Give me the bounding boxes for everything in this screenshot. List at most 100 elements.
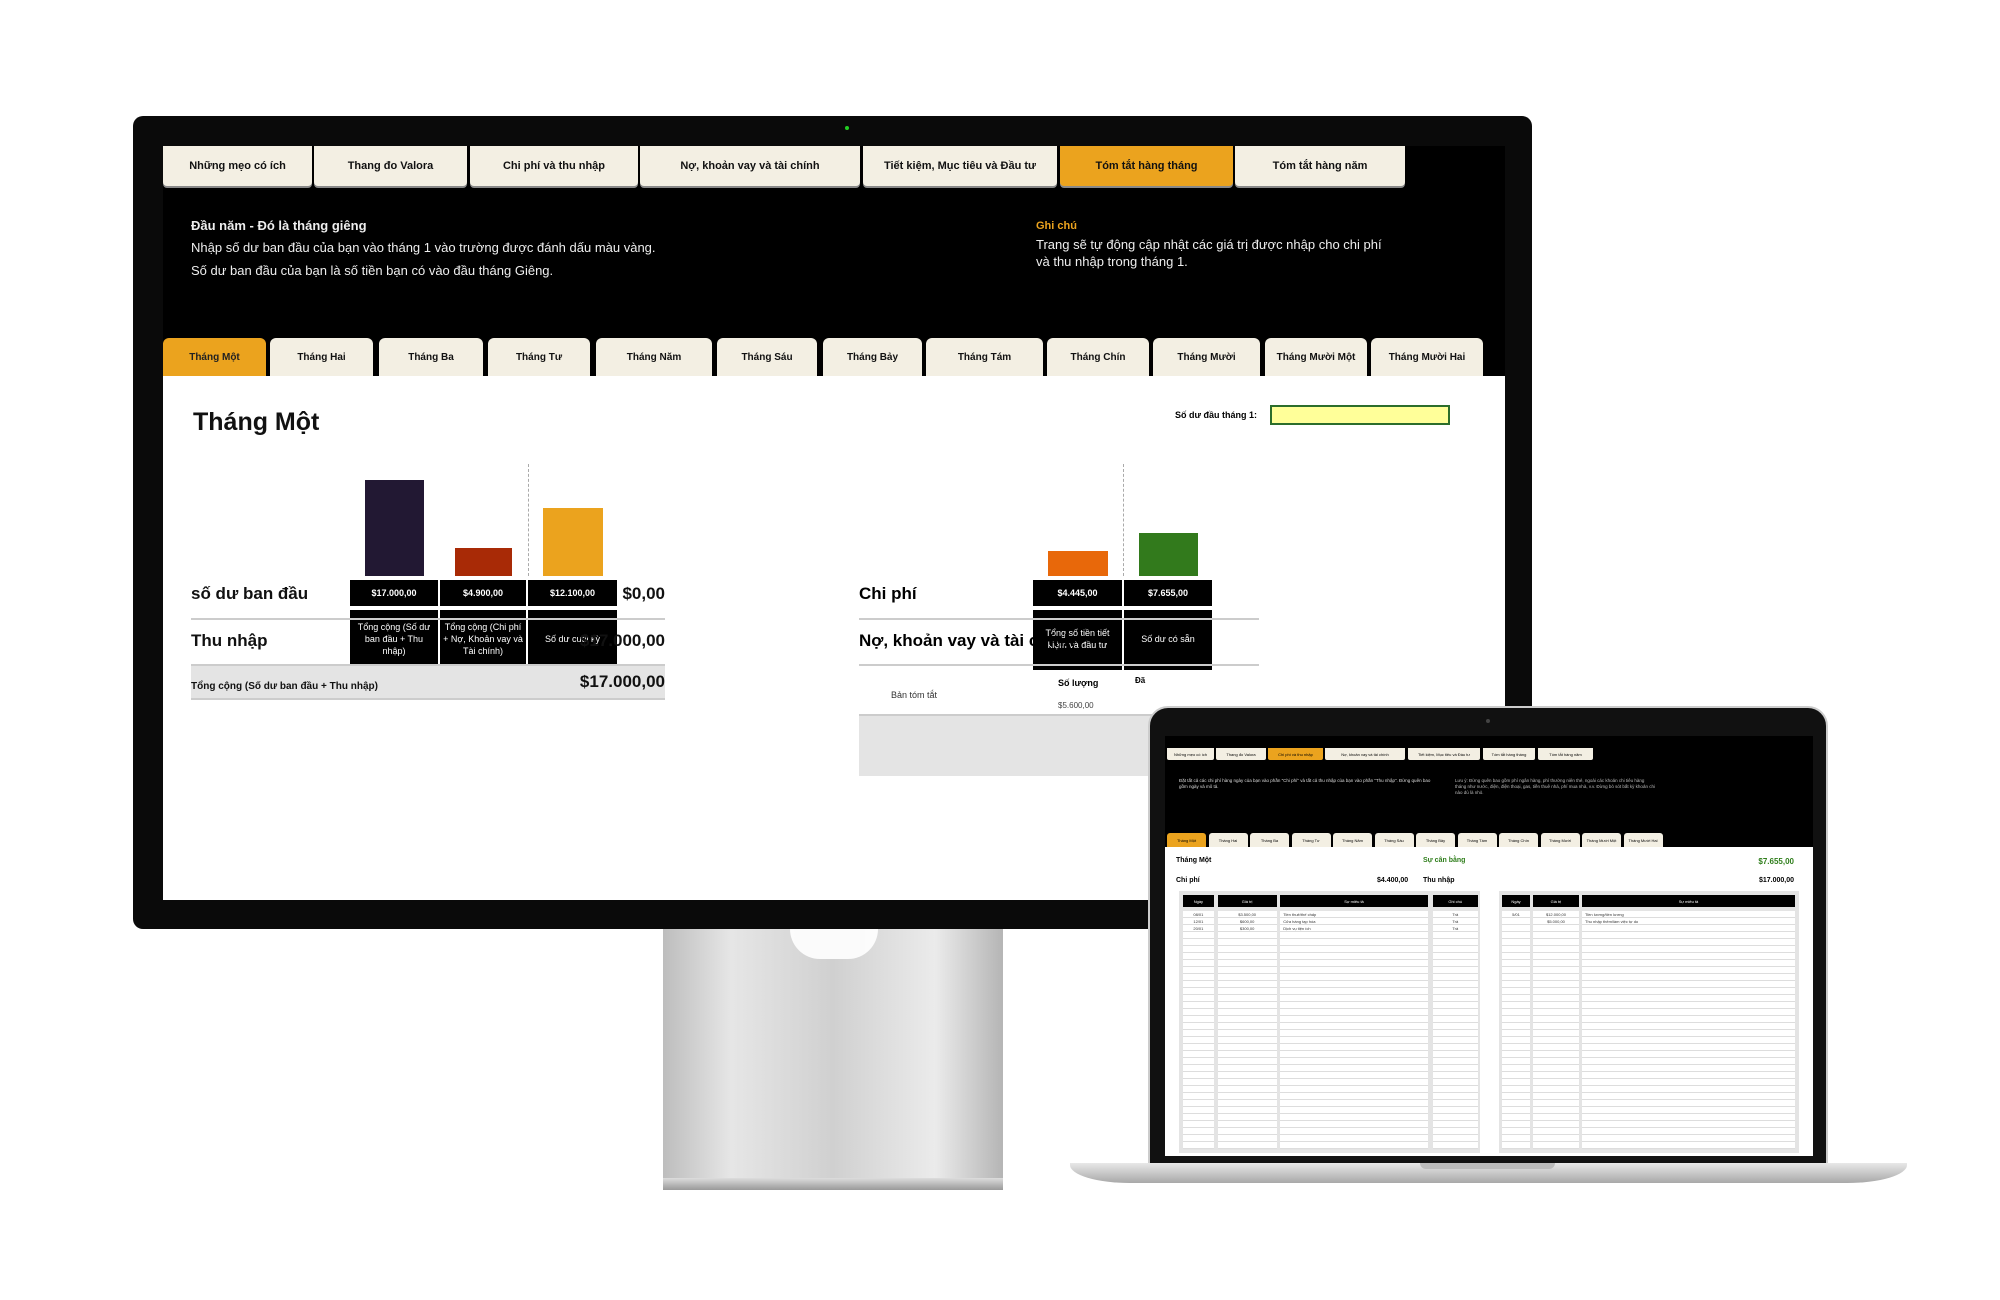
top-tab[interactable]: Thang đo Valora [314,146,467,186]
month-tab[interactable]: Tháng Năm [596,338,712,376]
table-cell[interactable]: 08/01 [1183,912,1214,917]
column-header: Ghi chú [1432,895,1478,907]
opening-balance-row: số dư ban đầu $0,00 [191,584,665,604]
debt-heading: Nợ, khoản vay và tài chính [859,631,1075,650]
table-column [1432,911,1478,1149]
table-cell[interactable]: $12.000,00 [1533,912,1579,917]
month-tab[interactable]: Tháng Hai [1208,833,1248,847]
opening-balance-label: Số dư đầu tháng 1: [1175,410,1258,420]
month-tab[interactable]: Tháng Sáu [717,338,817,376]
chart-divider [528,464,529,576]
laptop: Những mẹo có ích Thang đo Valora Chi phí v… [1148,706,1828,1168]
table-cell[interactable]: $5.000,00 [1533,919,1579,924]
balance-value: $7.655,00 [1758,857,1794,866]
top-tab[interactable]: Những mẹo có ích [163,146,312,186]
table-cell[interactable]: Trả [1433,926,1478,931]
note-text: Trang sẽ tự động cập nhật các giá trị đư… [1036,237,1382,269]
balance-label: Sự cân bằng [1423,857,1466,864]
row-value: $17.000,00 [579,672,665,691]
month-tab[interactable]: Tháng Mười Hai [1623,833,1663,847]
month-tab[interactable]: Tháng Năm [1333,833,1372,847]
month-tab[interactable]: Tháng Tư [488,338,590,376]
camera-icon [1486,719,1490,723]
month-tab[interactable]: Tháng Một [163,338,266,376]
month-tab[interactable]: Tháng Ba [379,338,483,376]
page-title: Tháng Một [193,408,320,436]
table-cell[interactable]: 20/01 [1183,926,1214,931]
table-cell[interactable]: Tiền lương/tiền lương [1585,912,1624,917]
opening-balance-input[interactable] [1270,405,1450,425]
income-row: Thu nhập $17.000,00 [191,631,665,651]
expenses-total: $4.400,00 [1377,877,1409,884]
top-tab[interactable]: Tóm tắt hàng tháng [1060,146,1233,186]
table-cell[interactable]: $3.500,00 [1218,912,1277,917]
month-tab[interactable]: Tháng Mười Một [1265,338,1367,376]
divider [191,618,665,620]
stand-foot [663,1178,1003,1190]
month-tab[interactable]: Tháng Bảy [823,338,922,376]
top-tab[interactable]: Chi phí và thu nhập [470,146,638,186]
divider [859,664,1259,666]
table-column [1217,911,1277,1149]
top-tab[interactable]: Tóm tắt hàng năm [1235,146,1405,186]
chart-bar [365,480,424,576]
income-total: $17.000,00 [1758,877,1794,884]
quantity-value: $5.600,00 [1058,701,1094,710]
top-tab[interactable]: Tóm tắt hàng năm [1538,748,1593,760]
month-tab[interactable]: Tháng Ba [1250,833,1289,847]
top-tab[interactable]: Tóm tắt hàng tháng [1483,748,1535,760]
table-cell[interactable]: Trả [1433,912,1478,917]
table-cell[interactable]: $600,00 [1218,919,1277,924]
table-cell[interactable]: 12/01 [1183,919,1214,924]
top-tab[interactable]: Nợ, khoản vay và tài chính [640,146,860,186]
summary-label: Bản tóm tắt [891,690,938,700]
expenses-label: Chi phí [1176,877,1200,884]
column-header: Giá trị [1217,895,1277,907]
month-tab[interactable]: Tháng Tám [1457,833,1497,847]
paid-header: Đã [1135,676,1146,685]
top-tab[interactable]: Tiết kiệm, Mục tiêu và Đầu tư [1408,748,1480,760]
chart-bar [455,548,512,576]
chart-bar [543,507,603,576]
intro-line: Nhập số dư ban đầu của bạn vào tháng 1 v… [191,240,656,255]
month-tab[interactable]: Tháng Mười Hai [1371,338,1483,376]
top-tab[interactable]: Chi phí và thu nhập [1268,748,1323,760]
bar-value-label: $7.655,00 [1124,580,1212,606]
row-label: Tổng cộng (Số dư ban đầu + Thu nhập) [191,681,378,692]
intro-text: Đặt tất cả các chi phí hàng ngày của bạn… [1179,778,1431,789]
month-tab[interactable]: Tháng Mười Một [1582,833,1621,847]
month-tab[interactable]: Tháng Tám [926,338,1043,376]
table-cell[interactable]: Trả [1433,919,1478,924]
camera-icon [845,126,849,130]
sheet-title: Tháng Một [1176,857,1212,864]
intro-title: Đầu năm - Đó là tháng giêng [191,218,367,233]
month-tab[interactable]: Tháng Tư [1291,833,1331,847]
table-cell[interactable]: 5/01 [1502,912,1530,917]
laptop-screen: Những mẹo có ích Thang đo Valora Chi phí v… [1165,736,1813,1156]
month-tab[interactable]: Tháng Sáu [1374,833,1414,847]
column-header: Giá trị [1533,895,1579,907]
top-tab[interactable]: Nợ, khoản vay và tài chính [1325,748,1405,760]
month-tab[interactable]: Tháng Mười [1540,833,1580,847]
table-cell[interactable]: Tiền thuê/thế chấp [1283,912,1316,917]
chart-bar [1139,532,1198,576]
row-value: $0,00 [622,584,665,603]
table-cell[interactable]: Thu nhập thêm/làm việc tự do [1585,919,1638,924]
table-cell[interactable]: Dịch vụ tiện ích [1283,926,1310,931]
month-tab[interactable]: Tháng Hai [270,338,373,376]
month-tab[interactable]: Tháng Chín [1047,338,1149,376]
table-cell[interactable]: Cửa hàng tạp hóa [1283,919,1315,924]
laptop-notch [1420,1163,1555,1169]
top-tab[interactable]: Những mẹo có ích [1167,748,1214,760]
month-tab[interactable]: Tháng Bảy [1416,833,1455,847]
table-column [1502,911,1530,1149]
month-tab[interactable]: Tháng Mười [1153,338,1260,376]
top-tab[interactable]: Tiết kiệm, Mục tiêu và Đầu tư [863,146,1057,186]
row-value: $17.000,00 [579,631,665,650]
month-tab[interactable]: Tháng Chín [1499,833,1538,847]
income-label: Thu nhập [1423,877,1455,884]
table-column [1182,911,1214,1149]
month-tab[interactable]: Tháng Một [1167,833,1206,847]
top-tab[interactable]: Thang đo Valora [1216,748,1266,760]
table-cell[interactable]: $300,00 [1218,926,1277,931]
